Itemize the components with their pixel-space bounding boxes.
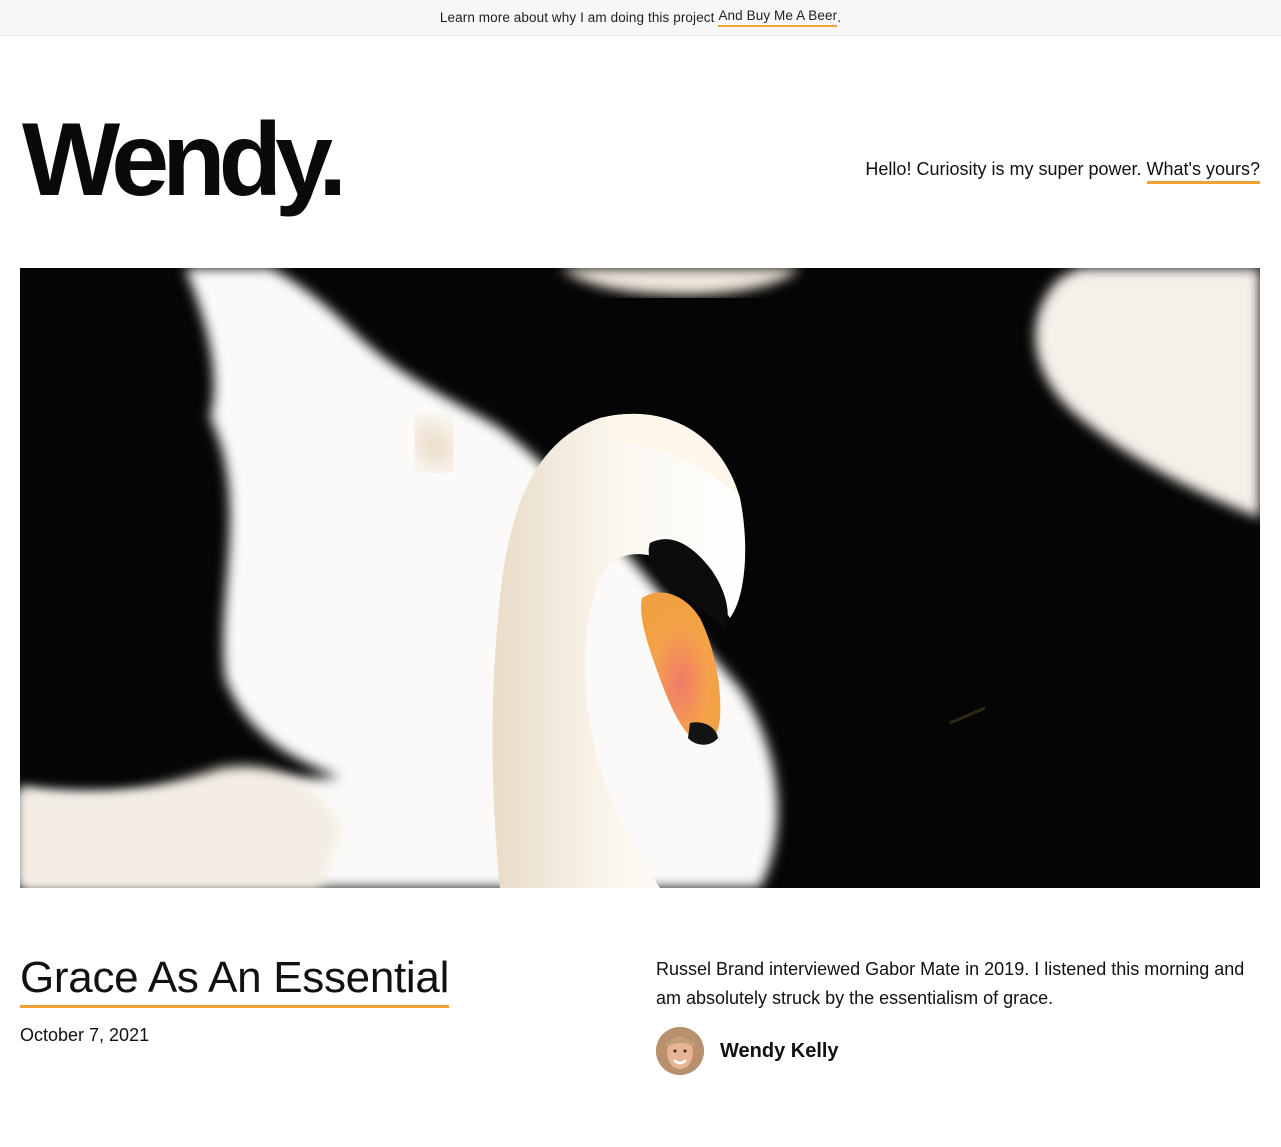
announcement-suffix: . [837, 10, 842, 25]
post-excerpt: Russel Brand interviewed Gabor Mate in 2… [656, 959, 1245, 1008]
announcement-text: Learn more about why I am doing this pro… [439, 10, 715, 25]
whats-yours-link[interactable]: What's yours? [1146, 159, 1260, 184]
hero-image[interactable] [20, 268, 1260, 888]
author-avatar [656, 1027, 704, 1075]
post-title[interactable]: Grace As An Essential [20, 953, 449, 1009]
buy-me-a-beer-link[interactable]: And Buy Me A Beer [718, 8, 838, 27]
post-date: October 7, 2021 [20, 1025, 150, 1045]
author-block: Wendy Kelly [656, 1027, 839, 1075]
swan-photo [20, 268, 1260, 888]
tagline-text: Hello! Curiosity is my super power. [865, 159, 1142, 179]
site-tagline: Hello! Curiosity is my super power. What… [865, 159, 1260, 184]
announcement-bar: Learn more about why I am doing this pro… [0, 0, 1281, 36]
site-logo[interactable]: Wendy. [22, 108, 347, 212]
author-name[interactable]: Wendy Kelly [720, 1040, 839, 1063]
